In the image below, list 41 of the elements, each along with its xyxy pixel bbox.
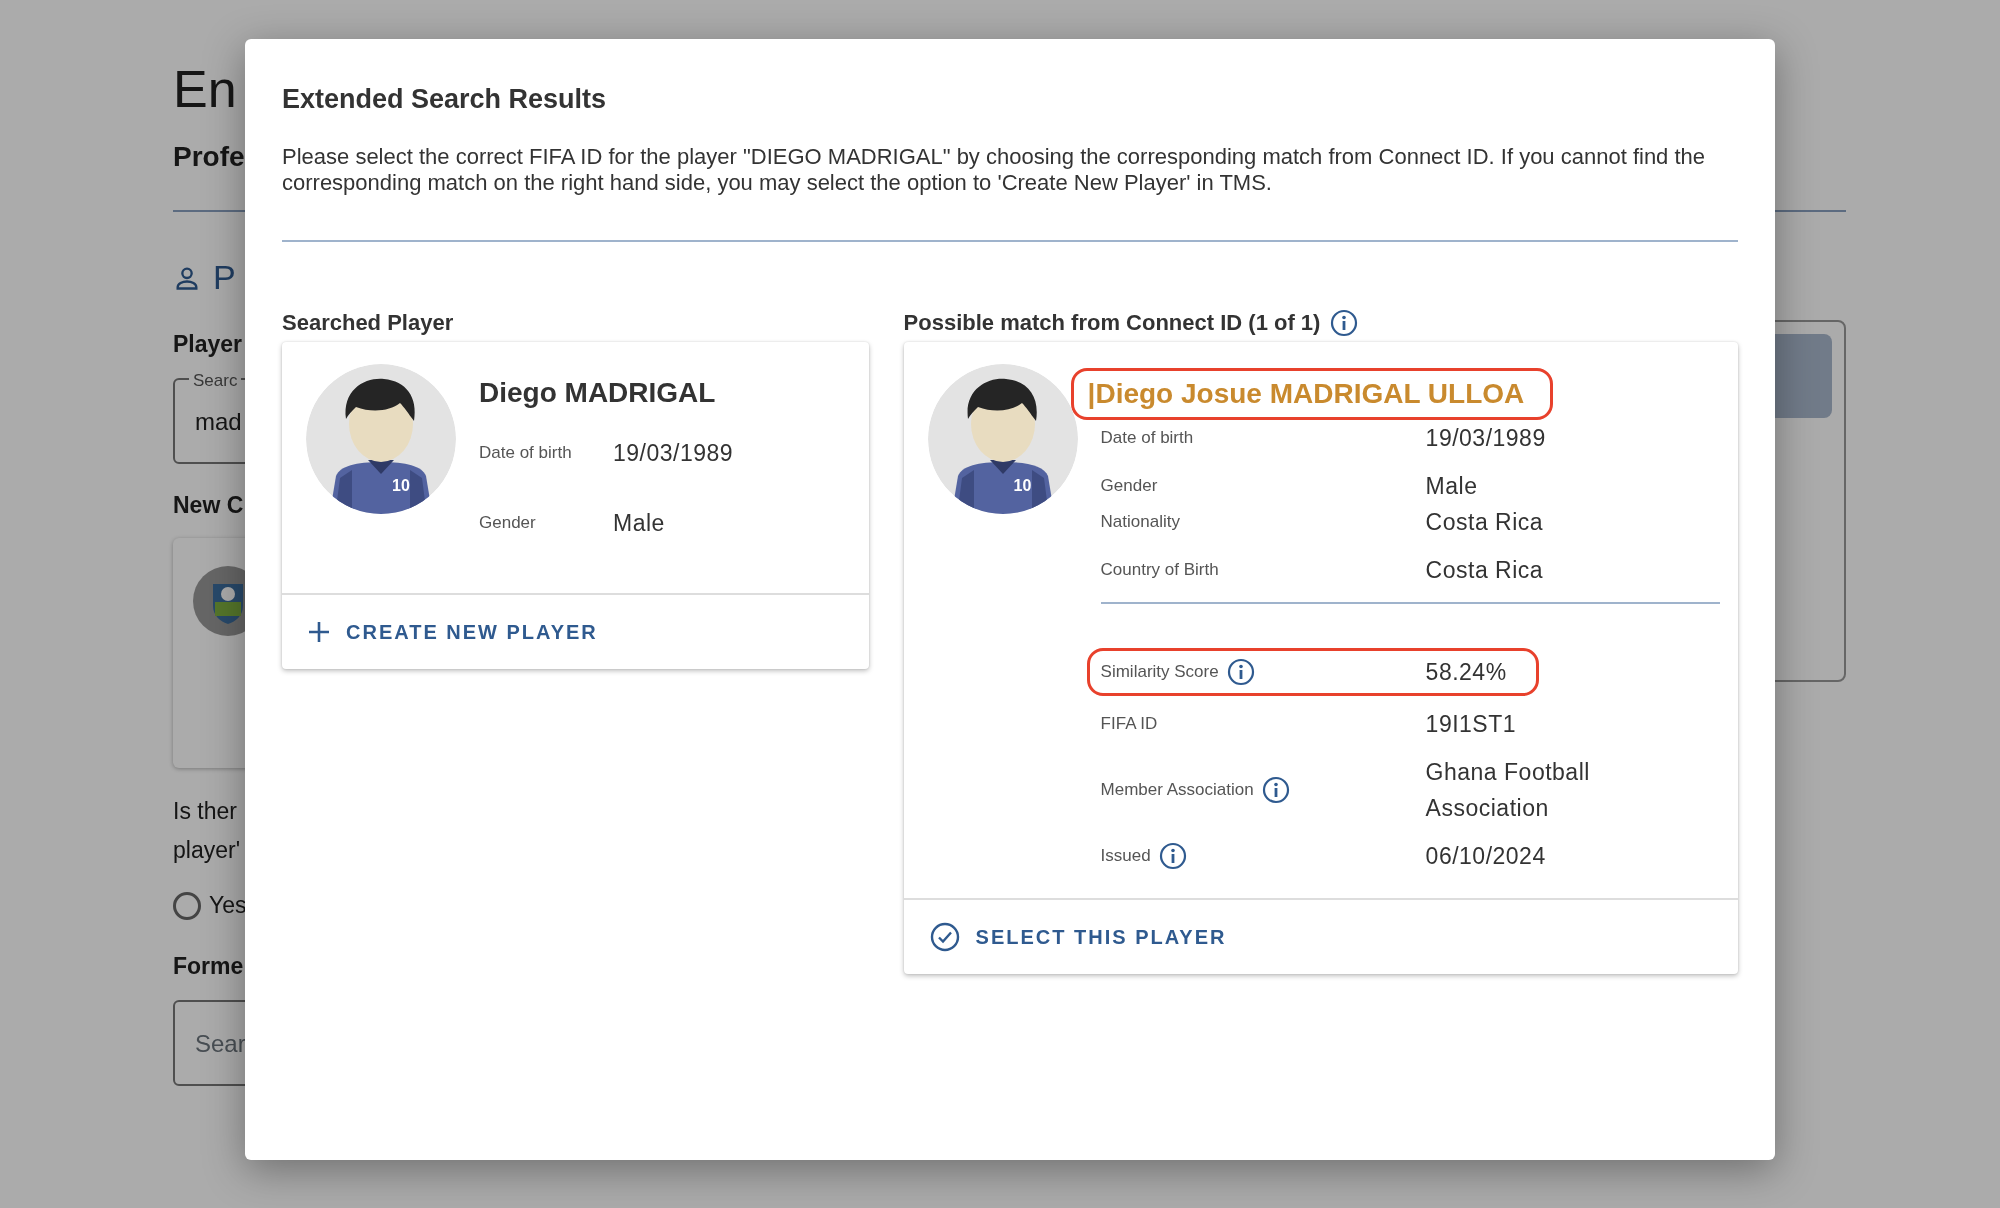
field-value: Male [1425,471,1478,501]
column-heading: Searched Player [282,309,455,337]
field-value: 19I1ST1 [1425,709,1517,739]
field-label: Member Association [1100,778,1254,801]
field-label: Forme [173,952,244,982]
dialog-description: Please select the correct FIFA ID for the player "DIEGO MADRIGAL" by choosing the corresponding match from Connect ID. If you cannot find the corresponding match on the right hand side, you may select the option to 'Create New Player' in TMS. [282,143,1707,196]
field-label: Gender [1100,474,1158,497]
section-title: P [213,257,236,299]
player-name: |Diego Josue MADRIGAL ULLOA [1070,367,1554,420]
field-value: 19/03/1989 [613,438,734,468]
player-name: Diego MADRIGAL [479,375,717,410]
field-label: Nationality [1100,510,1180,533]
column-heading: Possible match from Connect ID (1 of 1) [903,309,1321,337]
field-label: FIFA ID [1100,712,1158,735]
field-label: Gender [479,512,537,535]
field-label: Country of Birth [1100,558,1219,581]
field-value: 06/10/2024 [1425,841,1546,871]
field-value: Costa Rica [1425,507,1544,537]
field-label: Issued [1100,844,1151,867]
field-value: mad [195,407,242,435]
jersey-number: 10 [1013,475,1032,496]
placeholder-text: Sear [195,1029,246,1057]
field-value: Costa Rica [1425,555,1544,585]
radio-label: Yes [209,891,247,921]
field-label: New C [173,490,244,520]
page-subheading: Profe [173,140,245,175]
question-text: player' [173,836,241,866]
field-label: Date of birth [1100,426,1194,449]
field-value: Ghana Football Association [1425,757,1591,823]
question-text: Is ther [173,797,238,827]
field-value: Male [613,509,665,538]
jersey-number: 10 [392,475,410,496]
field-label: Player [173,330,243,360]
create-player-button[interactable]: CREATE NEW PLAYER [308,612,598,651]
dialog-title: Extended Search Results [282,83,608,116]
field-value: 58.24% [1425,657,1507,687]
page-heading: En [173,59,237,120]
field-value: 19/03/1989 [1425,423,1546,453]
field-label: Date of birth [479,441,573,464]
field-label: Similarity Score [1100,660,1219,683]
select-player-button[interactable]: SELECT THIS PLAYER [929,917,1227,956]
